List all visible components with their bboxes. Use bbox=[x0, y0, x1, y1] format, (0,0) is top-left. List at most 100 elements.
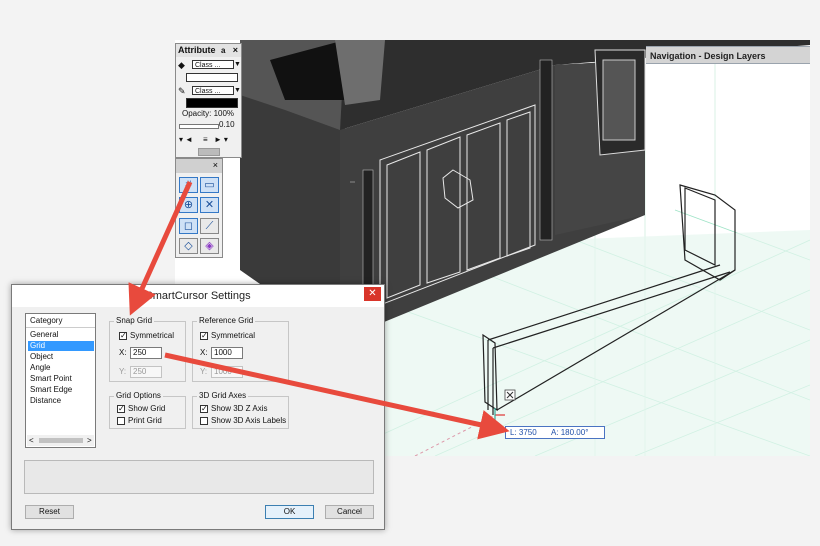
line-style-icon[interactable]: ≡ bbox=[203, 135, 208, 145]
grid-snap-icon: # bbox=[185, 179, 192, 191]
pen-class-label: Class ... bbox=[195, 88, 221, 95]
reference-x-label: X: bbox=[200, 348, 208, 357]
show-grid-label: Show Grid bbox=[128, 404, 166, 413]
smartcursor-settings-dialog: SmartCursor Settings ✕ Category General … bbox=[11, 284, 385, 530]
show-axis-labels-label: Show 3D Axis Labels bbox=[211, 416, 287, 425]
smart-edge-button[interactable]: ✕ bbox=[200, 197, 219, 213]
ok-label: OK bbox=[283, 507, 296, 516]
close-icon[interactable]: × bbox=[213, 160, 218, 170]
reference-symmetrical-label: Symmetrical bbox=[211, 331, 256, 340]
chevron-down-icon[interactable]: ▼ bbox=[234, 86, 241, 96]
opacity-label: Opacity: 100% bbox=[182, 109, 235, 118]
scroll-right-icon[interactable]: > bbox=[87, 436, 92, 445]
snap-grid-group: Snap Grid ✓ Symmetrical X: 250 Y: 250 bbox=[109, 316, 186, 382]
show-z-axis-label: Show 3D Z Axis bbox=[211, 404, 268, 413]
snap-surface-button[interactable]: ◈ bbox=[200, 238, 219, 254]
thickness-value[interactable]: 0.10 bbox=[219, 120, 235, 130]
navigation-design-layers-bar[interactable]: Navigation - Design Layers bbox=[646, 46, 810, 64]
attribute-palette-titlebar[interactable]: Attribute a × bbox=[176, 44, 241, 57]
length-readout: L: 3750 bbox=[510, 428, 537, 437]
collapse-icon[interactable] bbox=[198, 148, 220, 156]
data-bar-readout: L: 3750 A: 180.00° bbox=[505, 426, 605, 439]
snap-to-angle-button[interactable]: ⊕ bbox=[179, 197, 198, 213]
category-header: Category bbox=[30, 316, 63, 325]
close-icon[interactable]: × bbox=[233, 44, 238, 57]
angle-readout: A: 180.00° bbox=[550, 428, 589, 437]
reset-button[interactable]: Reset bbox=[25, 505, 74, 519]
navigation-title: Navigation - Design Layers bbox=[650, 51, 766, 61]
scroll-left-icon[interactable]: < bbox=[29, 436, 34, 445]
tangent-snap-icon: ⟋ bbox=[205, 220, 214, 232]
dialog-titlebar[interactable]: SmartCursor Settings ✕ bbox=[12, 285, 384, 307]
pencil-icon[interactable]: ✎ bbox=[178, 86, 186, 96]
reference-x-value: 1000 bbox=[214, 348, 232, 357]
reset-label: Reset bbox=[39, 507, 60, 516]
fill-swatch[interactable] bbox=[186, 73, 238, 82]
pen-class-select[interactable]: Class ... bbox=[192, 86, 234, 95]
paint-bucket-icon[interactable]: ◆ bbox=[178, 60, 185, 70]
opacity-slider[interactable] bbox=[179, 124, 219, 129]
category-item-smart-point[interactable]: Smart Point bbox=[28, 374, 94, 384]
snap-to-grid-button[interactable]: # bbox=[179, 177, 198, 193]
show-grid-checkbox[interactable]: ✓ bbox=[117, 405, 125, 413]
cancel-label: Cancel bbox=[337, 507, 362, 516]
category-item-smart-edge[interactable]: Smart Edge bbox=[28, 385, 94, 395]
snapping-palette: × # ▭ ⊕ ✕ ◻ ⟋ ◇ ◈ bbox=[175, 158, 223, 258]
reference-y-value: 1000 bbox=[214, 367, 232, 376]
snap-x-input[interactable]: 250 bbox=[130, 347, 162, 359]
cancel-button[interactable]: Cancel bbox=[325, 505, 374, 519]
dialog-title: SmartCursor Settings bbox=[145, 290, 251, 302]
angle-snap-icon: ⊕ bbox=[183, 199, 194, 211]
reference-symmetrical-checkbox[interactable]: ✓ bbox=[200, 332, 208, 340]
dialog-close-button[interactable]: ✕ bbox=[364, 287, 381, 301]
show-axis-labels-checkbox[interactable] bbox=[200, 417, 208, 425]
fill-class-label: Class ... bbox=[195, 62, 221, 69]
grid-options-label: Grid Options bbox=[114, 391, 163, 400]
smart-edge-icon: ✕ bbox=[204, 199, 215, 211]
pen-swatch[interactable] bbox=[186, 98, 238, 108]
snap-y-input[interactable]: 250 bbox=[130, 366, 162, 378]
scrollbar-thumb[interactable] bbox=[39, 438, 83, 443]
distance-snap-icon: ◻ bbox=[183, 220, 194, 232]
snap-to-object-button[interactable]: ▭ bbox=[200, 177, 219, 193]
category-item-distance[interactable]: Distance bbox=[28, 396, 94, 406]
grid-axes-3d-label: 3D Grid Axes bbox=[197, 391, 249, 400]
arrow-right-icon[interactable]: ►▾ bbox=[214, 135, 230, 145]
snapping-palette-titlebar[interactable]: × bbox=[176, 159, 222, 173]
pin-icon[interactable]: a bbox=[221, 44, 225, 57]
reference-grid-group: Reference Grid ✓ Symmetrical X: 1000 Y: … bbox=[192, 316, 289, 382]
category-list[interactable]: Category General Grid Object Angle Smart… bbox=[25, 313, 96, 448]
arrow-left-icon[interactable]: ▾◄ bbox=[179, 135, 195, 145]
snap-y-label: Y: bbox=[119, 367, 127, 376]
show-z-axis-checkbox[interactable]: ✓ bbox=[200, 405, 208, 413]
chevron-down-icon[interactable]: ▼ bbox=[234, 60, 241, 70]
reference-y-input[interactable]: 1000 bbox=[211, 366, 243, 378]
attribute-palette-title: Attribute bbox=[178, 45, 216, 55]
horizontal-scrollbar[interactable]: < > bbox=[27, 435, 94, 446]
snap-x-value: 250 bbox=[133, 348, 147, 357]
reference-x-input[interactable]: 1000 bbox=[211, 347, 243, 359]
snap-symmetrical-checkbox[interactable]: ✓ bbox=[119, 332, 127, 340]
snap-grid-label: Snap Grid bbox=[114, 316, 155, 325]
print-grid-label: Print Grid bbox=[128, 416, 162, 425]
snap-symmetrical-label: Symmetrical bbox=[130, 331, 175, 340]
snap-intersection-button[interactable]: ◇ bbox=[179, 238, 198, 254]
category-item-grid[interactable]: Grid bbox=[28, 341, 94, 351]
print-grid-checkbox[interactable] bbox=[117, 417, 125, 425]
help-text-area bbox=[24, 460, 374, 494]
grid-axes-3d-group: 3D Grid Axes ✓ Show 3D Z Axis Show 3D Ax… bbox=[192, 391, 289, 429]
close-icon: ✕ bbox=[368, 288, 377, 299]
snap-tangent-button[interactable]: ⟋ bbox=[200, 218, 219, 234]
reference-y-label: Y: bbox=[200, 367, 208, 376]
snap-x-label: X: bbox=[119, 348, 127, 357]
snap-to-distance-button[interactable]: ◻ bbox=[179, 218, 198, 234]
category-item-general[interactable]: General bbox=[28, 330, 94, 340]
category-item-object[interactable]: Object bbox=[28, 352, 94, 362]
attribute-palette: Attribute a × ◆ Class ... ▼ ✎ Class ... … bbox=[175, 43, 242, 158]
ok-button[interactable]: OK bbox=[265, 505, 314, 519]
category-item-angle[interactable]: Angle bbox=[28, 363, 94, 373]
fill-class-select[interactable]: Class ... bbox=[192, 60, 234, 69]
object-snap-icon: ▭ bbox=[204, 179, 215, 191]
intersection-snap-icon: ◇ bbox=[184, 240, 193, 252]
surface-snap-icon: ◈ bbox=[205, 240, 214, 252]
